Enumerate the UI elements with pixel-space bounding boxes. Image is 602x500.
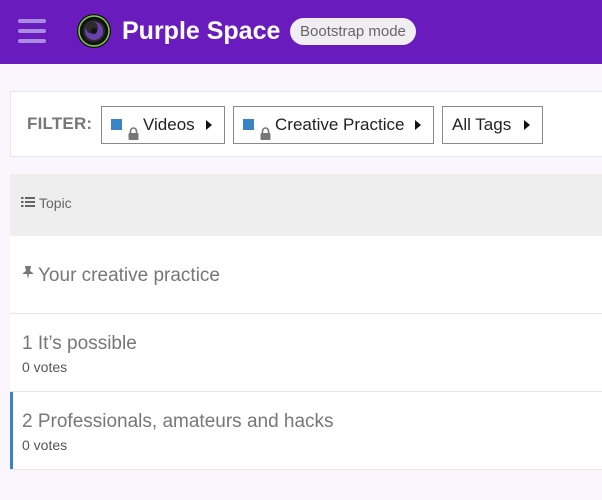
- hamburger-menu-icon[interactable]: [18, 19, 46, 43]
- topic-column-label: Topic: [39, 195, 72, 211]
- subcategory-filter-label: Creative Practice: [275, 115, 405, 134]
- caret-right-icon: [206, 120, 212, 130]
- tags-filter-label: All Tags: [452, 115, 512, 134]
- lock-icon: [128, 117, 139, 141]
- caret-right-icon: [415, 120, 421, 130]
- top-header: Purple Space Bootstrap mode: [0, 0, 602, 64]
- list-icon: [21, 195, 35, 211]
- topic-title-text: Your creative practice: [38, 265, 221, 286]
- category-filter-label: Videos: [143, 115, 195, 134]
- tags-filter-dropdown[interactable]: All Tags: [442, 106, 543, 144]
- pin-icon: [22, 263, 34, 285]
- mode-badge: Bootstrap mode: [290, 18, 416, 45]
- topic-list-header: Topic: [10, 174, 602, 236]
- category-filter-dropdown[interactable]: Videos: [101, 106, 225, 144]
- topic-row[interactable]: 1 It’s possible 0 votes: [10, 314, 602, 392]
- caret-right-icon: [524, 120, 530, 130]
- topic-list: Topic Your creative practice 1 It’s poss…: [10, 174, 602, 470]
- topic-title[interactable]: 1 It’s possible: [22, 333, 137, 355]
- site-logo[interactable]: [76, 13, 112, 49]
- filter-label: FILTER:: [27, 114, 93, 133]
- topic-title[interactable]: Your creative practice: [22, 265, 220, 287]
- category-color-icon: [243, 118, 254, 130]
- subcategory-filter-dropdown[interactable]: Creative Practice: [233, 106, 434, 144]
- topic-row[interactable]: 2 Professionals, amateurs and hacks 0 vo…: [10, 392, 602, 470]
- topic-row-pinned[interactable]: Your creative practice: [10, 236, 602, 314]
- topic-title[interactable]: 2 Professionals, amateurs and hacks: [22, 411, 334, 433]
- topic-column-header[interactable]: Topic: [21, 195, 72, 211]
- lock-icon: [260, 117, 271, 141]
- site-title[interactable]: Purple Space: [122, 15, 280, 47]
- vote-count: 0 votes: [22, 437, 68, 453]
- filter-bar: FILTER: Videos Creative Practice All Tag…: [10, 91, 602, 157]
- vote-count: 0 votes: [22, 359, 68, 375]
- category-color-icon: [111, 118, 122, 130]
